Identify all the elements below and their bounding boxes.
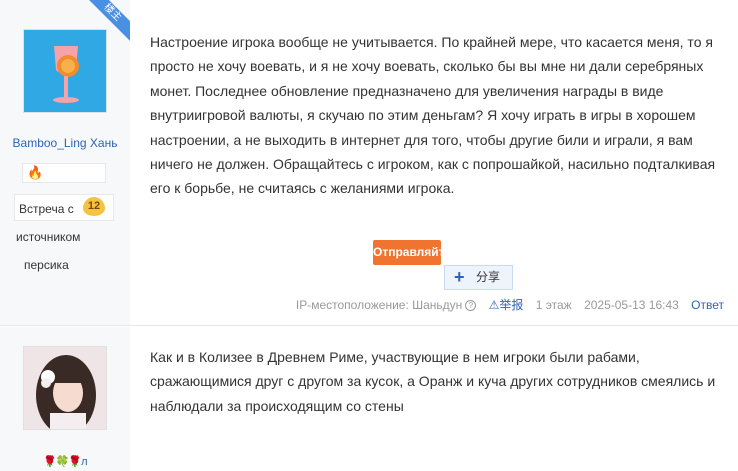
post-meta: IP-местоположение: Шаньдун? ⚠举报 1 этаж 2… — [296, 296, 724, 313]
level-label: Встреча с — [19, 202, 74, 216]
help-icon[interactable]: ? — [465, 300, 477, 311]
share-button[interactable]: + 分享 — [444, 265, 513, 290]
report-link[interactable]: ⚠举报 — [489, 298, 524, 312]
ip-location-text: IP-местоположение: Шаньдун — [295, 298, 463, 312]
avatar-drink-icon — [24, 30, 106, 112]
clover-icon: 🍀 — [55, 456, 70, 468]
author-sidebar: 楼主 Bamboo_Ling Хань 🔥 Встреча с 12 источ… — [0, 0, 130, 325]
post-content: Как и в Колизее в Древнем Риме, участвую… — [150, 349, 716, 414]
rose-icon: 🌹 — [43, 456, 57, 468]
flame-icon: 🔥 — [27, 165, 44, 180]
report-label: 举报 — [499, 298, 524, 312]
reply-link[interactable]: Ответ — [691, 298, 724, 312]
post-body: Как и в Колизее в Древнем Риме, участвую… — [130, 327, 738, 471]
level-title-line2: персика — [24, 258, 69, 272]
ip-location: IP-местоположение: Шаньдун? — [295, 298, 477, 312]
author-sidebar: 🌹🍀🌹л — [0, 327, 130, 471]
deco-text: л — [81, 456, 88, 468]
rose-icon: 🌹 — [68, 456, 82, 468]
avatar[interactable] — [23, 346, 107, 430]
badge-box: 🔥 — [22, 163, 106, 183]
warning-icon: ⚠ — [488, 298, 500, 312]
plus-icon: + — [454, 267, 465, 287]
floor-number: 1 этаж — [535, 298, 572, 312]
thread-starter-badge: 楼主 — [88, 0, 130, 42]
level-number: 12 — [83, 197, 105, 216]
share-label: 分享 — [476, 270, 501, 284]
post-content: Настроение игрока вообще не учитывается.… — [150, 34, 716, 197]
author-name-link[interactable]: Bamboo_Ling Хань — [0, 136, 130, 150]
avatar-portrait-icon — [24, 347, 106, 429]
post-body: Настроение игрока вообще не учитывается.… — [130, 0, 738, 325]
thread-starter-label: 楼主 — [88, 0, 130, 42]
level-title-line1: источником — [16, 230, 81, 244]
user-decorations: 🌹🍀🌹л — [43, 455, 88, 468]
level-badge[interactable]: Встреча с 12 — [14, 194, 114, 221]
post-1: 楼主 Bamboo_Ling Хань 🔥 Встреча с 12 источ… — [0, 0, 738, 326]
post-datetime: 2025-05-13 16:43 — [584, 298, 679, 312]
send-button[interactable]: Отправляйте — [373, 240, 441, 265]
post-2: 🌹🍀🌹л Как и в Колизее в Древнем Риме, уча… — [0, 327, 738, 471]
